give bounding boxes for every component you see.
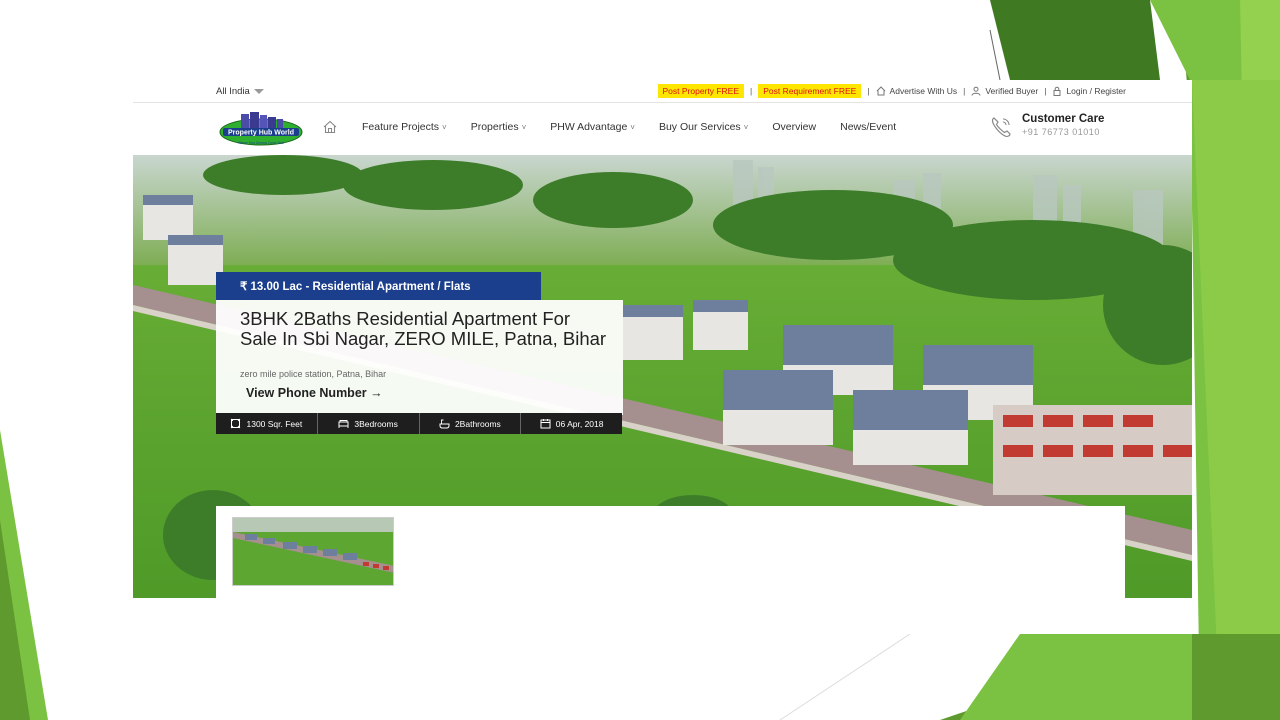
separator: | [1044,86,1047,96]
chevron-down-icon: ˅ [630,123,635,132]
location-selector[interactable]: All India [216,86,264,97]
gallery-thumbnail[interactable] [232,517,394,586]
bath-icon [439,419,450,429]
login-label: Login / Register [1066,86,1126,96]
spec-bedrooms-label: 3Bedrooms [354,418,398,429]
top-utility-bar: All India Post Property FREE | Post Requ… [133,80,1192,103]
nav-item-label: Overview [772,121,817,133]
chevron-down-icon: ˅ [521,123,527,132]
listing-card: 3BHK 2Baths Residential Apartment For Sa… [216,300,623,415]
separator: | [867,86,870,96]
nav-item-label: Feature Projects [362,121,440,133]
main-menu: Feature Projects ˅ Properties ˅ PHW Advantag… [362,121,920,133]
spec-area-label: 1300 Sqr. Feet [246,418,303,429]
spec-date-label: 06 Apr, 2018 [555,418,604,429]
lock-icon [1053,86,1061,96]
bed-icon [338,420,349,428]
spec-bathrooms-label: 2Bathrooms [454,418,501,429]
top-links: Post Property FREE | Post Requirement FR… [657,84,1126,98]
website-screenshot: All India Post Property FREE | Post Requ… [133,80,1192,634]
spec-bedrooms: 3Bedrooms [318,413,420,434]
gallery-thumbnail-panel [216,506,1125,634]
slide-canvas: All India Post Property FREE | Post Requ… [0,0,1280,720]
calendar-icon [540,419,551,429]
listing-price-tag: ₹ 13.00 Lac - Residential Apartment / Fl… [216,272,541,300]
post-property-link[interactable]: Post Property FREE [657,84,745,98]
customer-care-phone[interactable]: +91 76773 01010 [1022,127,1100,137]
chevron-down-icon: ˅ [442,123,447,132]
thumbnail-image [233,518,393,585]
nav-item-label: Properties [470,121,519,133]
listing-title: 3BHK 2Baths Residential Apartment For Sa… [240,308,607,349]
svg-text:Property Hub World: Property Hub World [228,130,294,137]
chevron-down-icon [253,88,264,94]
nav-item-news-event[interactable]: News/Event [840,121,896,133]
nav-item-phw-advantage[interactable]: PHW Advantage ˅ [550,121,635,133]
nav-item-overview[interactable]: Overview [772,121,816,133]
nav-item-properties[interactable]: Properties ˅ [471,121,527,133]
spec-area: 1300 Sqr. Feet [216,413,318,434]
nav-item-feature-projects[interactable]: Feature Projects ˅ [362,121,447,133]
property-hub-world-logo[interactable]: Property Hub World Where Your Dreams Com… [217,111,305,149]
phone-icon [991,117,1011,137]
nav-item-buy-our-services[interactable]: Buy Our Services ˅ [659,121,748,133]
svg-text:Where Your Dreams Come True: Where Your Dreams Come True [238,141,284,145]
post-requirement-link[interactable]: Post Requirement FREE [758,84,862,98]
advertise-label: Advertise With Us [889,86,958,96]
home-icon [876,86,885,96]
user-icon [971,86,981,96]
nav-item-label: News/Event [840,121,897,133]
verified-buyer-label: Verified Buyer [985,86,1039,96]
listing-specs-bar: 1300 Sqr. Feet 3Bedrooms 2Bathrooms 06 A… [216,413,622,434]
location-label: All India [216,86,250,97]
spec-bathrooms: 2Bathrooms [420,413,522,434]
view-phone-button[interactable]: View Phone Number → [246,386,383,400]
nav-item-label: Buy Our Services [658,121,741,133]
verified-buyer-link[interactable]: Verified Buyer [971,86,1038,96]
customer-care-title: Customer Care [1022,113,1105,125]
separator: | [963,86,966,96]
area-icon [231,418,241,429]
advertise-link[interactable]: Advertise With Us [876,86,958,96]
chevron-down-icon: ˅ [743,123,749,132]
listing-address: zero mile police station, Patna, Bihar [240,369,387,379]
spec-date: 06 Apr, 2018 [521,413,622,434]
separator: | [750,86,753,96]
main-navbar: Property Hub World Where Your Dreams Com… [133,104,1192,155]
login-link[interactable]: Login / Register [1052,86,1126,96]
nav-item-label: PHW Advantage [550,121,628,133]
home-icon[interactable] [323,120,337,134]
